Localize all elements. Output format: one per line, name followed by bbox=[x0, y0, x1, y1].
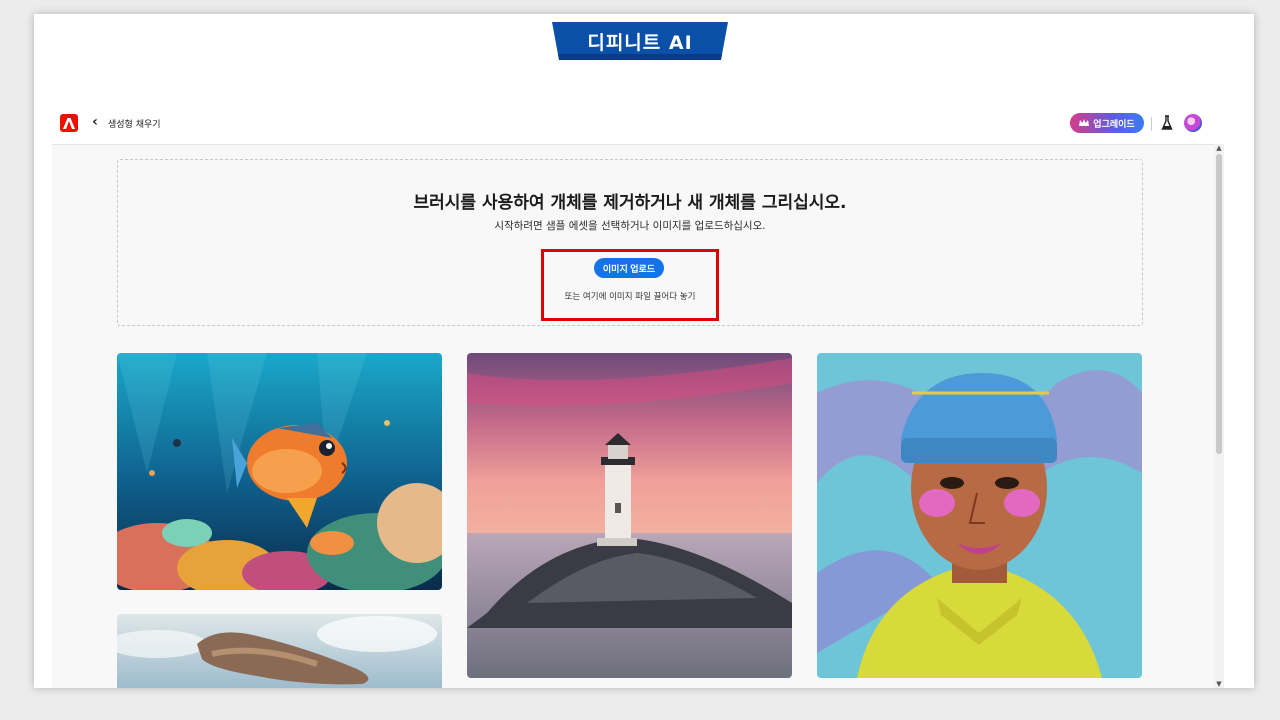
dropzone-title: 브러시를 사용하여 개체를 제거하거나 새 개체를 그리십시오. bbox=[413, 193, 847, 213]
sample-sky-shape[interactable] bbox=[117, 614, 442, 688]
upload-image-button[interactable]: 이미지 업로드 bbox=[594, 258, 664, 278]
flask-icon[interactable] bbox=[1161, 115, 1173, 131]
breadcrumb: 생성형 채우기 bbox=[108, 120, 161, 130]
vertical-scrollbar[interactable]: ▲ ▼ bbox=[1214, 144, 1224, 688]
banner-title: 디피니트 AI bbox=[587, 31, 693, 54]
top-bar: ‹ 생성형 채우기 업그레이드 bbox=[34, 110, 1254, 142]
chevron-left-icon[interactable]: ‹ bbox=[88, 114, 102, 130]
scroll-down-icon[interactable]: ▼ bbox=[1214, 680, 1224, 688]
upgrade-label: 업그레이드 bbox=[1093, 119, 1135, 130]
sample-underwater-fish[interactable] bbox=[117, 353, 442, 590]
scroll-thumb[interactable] bbox=[1216, 154, 1222, 454]
app-window: 디피니트 AI ‹ 생성형 채우기 업그레이드 브러시를 사용하여 개체를 제거… bbox=[34, 14, 1254, 688]
main-content: 브러시를 사용하여 개체를 제거하거나 새 개체를 그리십시오. 시작하려면 샘… bbox=[52, 144, 1214, 688]
drag-drop-hint: 또는 여기에 이미지 파일 끌어다 놓기 bbox=[564, 292, 696, 302]
sample-lighthouse[interactable] bbox=[467, 353, 792, 678]
scroll-up-icon[interactable]: ▲ bbox=[1214, 144, 1224, 152]
avatar[interactable] bbox=[1184, 114, 1202, 132]
divider bbox=[1151, 117, 1152, 131]
title-banner: 디피니트 AI bbox=[552, 22, 728, 60]
upgrade-button[interactable]: 업그레이드 bbox=[1070, 113, 1144, 133]
dropzone-subtitle: 시작하려면 샘플 에셋을 선택하거나 이미지를 업로드하십시오. bbox=[494, 220, 766, 232]
crown-icon bbox=[1079, 119, 1090, 126]
sample-portrait-beanie[interactable] bbox=[817, 353, 1142, 678]
upload-dropzone[interactable]: 브러시를 사용하여 개체를 제거하거나 새 개체를 그리십시오. 시작하려면 샘… bbox=[117, 159, 1143, 326]
adobe-logo-icon[interactable] bbox=[60, 114, 78, 132]
